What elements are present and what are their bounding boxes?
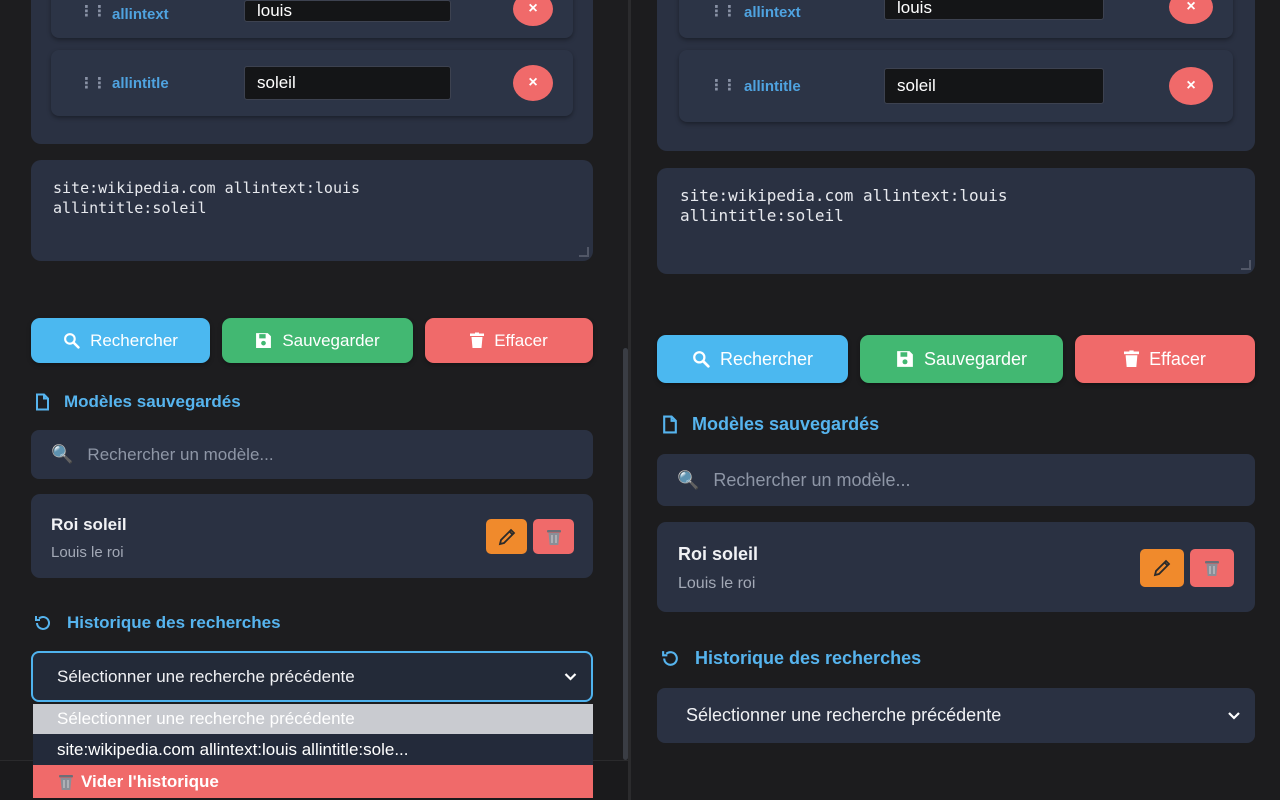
model-search-input[interactable]: 🔍 Rechercher un modèle... — [31, 430, 593, 479]
remove-operator-button[interactable]: × — [513, 0, 553, 26]
drag-handle-icon[interactable]: ⋮⋮ — [79, 2, 107, 20]
close-icon: × — [528, 0, 538, 17]
document-icon — [36, 393, 49, 411]
model-description: Louis le roi — [51, 544, 124, 561]
model-card[interactable]: Roi soleil Louis le roi — [31, 494, 593, 578]
search-button[interactable]: Rechercher — [657, 335, 848, 383]
remove-operator-button[interactable]: × — [1169, 67, 1213, 105]
clear-button-label: Effacer — [494, 330, 548, 350]
operator-value-input[interactable]: soleil — [244, 66, 451, 100]
operator-row: ⋮⋮ allintitle soleil × — [51, 50, 573, 116]
search-icon: 🔍 — [677, 469, 700, 490]
models-section-title: Modèles sauvegardés — [662, 414, 879, 435]
edit-model-button[interactable] — [486, 519, 527, 554]
delete-model-button[interactable] — [533, 519, 574, 554]
operator-value: louis — [897, 0, 932, 17]
close-icon: × — [528, 74, 538, 91]
model-name: Roi soleil — [678, 544, 759, 564]
drag-handle-icon[interactable]: ⋮⋮ — [79, 74, 107, 92]
search-button-label: Rechercher — [90, 330, 178, 350]
pencil-icon — [1153, 559, 1171, 577]
history-select-value: Sélectionner une recherche précédente — [57, 666, 355, 686]
operator-value: soleil — [897, 76, 936, 95]
trash-icon — [470, 332, 485, 348]
edit-model-button[interactable] — [1140, 549, 1184, 587]
operator-value-input[interactable]: soleil — [884, 68, 1104, 104]
history-option[interactable]: site:wikipedia.com allintext:louis allin… — [33, 734, 593, 765]
history-dropdown-list: Sélectionner une recherche précédente si… — [33, 704, 593, 798]
operator-label: allintext — [744, 4, 801, 21]
model-search-placeholder: Rechercher un modèle... — [713, 469, 911, 490]
save-button-label: Sauvegarder — [923, 348, 1028, 369]
operator-value: soleil — [257, 73, 296, 92]
chevron-down-icon — [1228, 711, 1240, 720]
close-icon: × — [1186, 77, 1196, 94]
history-select-value: Sélectionner une recherche précédente — [686, 705, 1002, 725]
query-textarea[interactable]: site:wikipedia.com allintext:louis allin… — [31, 160, 593, 261]
drag-handle-icon[interactable]: ⋮⋮ — [709, 2, 737, 20]
close-icon: × — [1186, 0, 1196, 15]
magnifier-icon — [693, 351, 710, 368]
resize-handle-icon[interactable] — [1241, 260, 1251, 270]
clear-button[interactable]: Effacer — [1075, 335, 1255, 383]
operator-value: louis — [257, 1, 292, 20]
drag-handle-icon[interactable]: ⋮⋮ — [709, 76, 737, 94]
models-section-title: Modèles sauvegardés — [35, 392, 241, 412]
operator-row: ⋮⋮ allintitle soleil × — [679, 50, 1233, 122]
model-name: Roi soleil — [51, 515, 127, 534]
operator-value-input[interactable]: louis — [244, 0, 451, 22]
save-button-label: Sauvegarder — [282, 330, 380, 350]
trash-icon — [1124, 350, 1140, 368]
operator-row: ⋮⋮ allintext louis × — [51, 0, 573, 38]
trash-can-icon — [59, 774, 73, 790]
pencil-icon — [498, 528, 515, 545]
operator-label: allintitle — [744, 78, 801, 95]
clear-button[interactable]: Effacer — [425, 318, 593, 363]
model-description: Louis le roi — [678, 575, 756, 592]
history-section-title: Historique des recherches — [660, 648, 921, 669]
resize-handle-icon[interactable] — [579, 247, 589, 257]
operator-label: allintext — [112, 6, 169, 23]
history-select[interactable]: Sélectionner une recherche précédente — [31, 651, 593, 702]
model-card[interactable]: Roi soleil Louis le roi — [657, 522, 1255, 612]
delete-model-button[interactable] — [1190, 549, 1234, 587]
operator-label: allintitle — [112, 75, 169, 92]
model-search-input[interactable]: 🔍 Rechercher un modèle... — [657, 454, 1255, 506]
operator-value-input[interactable]: louis — [884, 0, 1104, 20]
right-panel: ⋮⋮ allintext louis × ⋮⋮ allintitle solei… — [631, 0, 1280, 800]
clear-button-label: Effacer — [1149, 348, 1206, 369]
models-title: Modèles sauvegardés — [64, 392, 241, 411]
search-button[interactable]: Rechercher — [31, 318, 210, 363]
history-section-title: Historique des recherches — [33, 613, 281, 633]
left-panel: ⋮⋮ allintext louis × ⋮⋮ allintitle solei… — [0, 0, 628, 800]
search-button-label: Rechercher — [719, 348, 814, 369]
clear-history-label: Vider l'historique — [81, 771, 219, 791]
remove-operator-button[interactable]: × — [1169, 0, 1213, 24]
operators-card: ⋮⋮ allintext louis × ⋮⋮ allintitle solei… — [31, 0, 593, 144]
clear-history-option[interactable]: Vider l'historique — [33, 765, 593, 798]
trash-can-icon — [1205, 561, 1219, 576]
trash-can-icon — [546, 529, 561, 545]
floppy-disk-icon — [897, 351, 913, 367]
models-title: Modèles sauvegardés — [692, 414, 880, 434]
chevron-down-icon — [564, 672, 577, 681]
operators-card: ⋮⋮ allintext louis × ⋮⋮ allintitle solei… — [657, 0, 1255, 151]
save-button[interactable]: Sauvegarder — [860, 335, 1063, 383]
search-icon: 🔍 — [51, 444, 74, 464]
document-icon — [663, 415, 677, 434]
remove-operator-button[interactable]: × — [513, 65, 553, 101]
history-icon — [662, 651, 678, 666]
query-textarea[interactable]: site:wikipedia.com allintext:louis allin… — [657, 168, 1255, 274]
floppy-disk-icon — [256, 333, 272, 348]
operator-row: ⋮⋮ allintext louis × — [679, 0, 1233, 38]
history-option[interactable]: Sélectionner une recherche précédente — [33, 704, 593, 734]
model-search-placeholder: Rechercher un modèle... — [87, 444, 274, 464]
history-select[interactable]: Sélectionner une recherche précédente — [657, 688, 1255, 743]
history-title: Historique des recherches — [67, 613, 281, 632]
save-button[interactable]: Sauvegarder — [222, 318, 413, 363]
history-icon — [35, 615, 50, 630]
magnifier-icon — [64, 333, 80, 349]
history-title: Historique des recherches — [695, 648, 922, 668]
